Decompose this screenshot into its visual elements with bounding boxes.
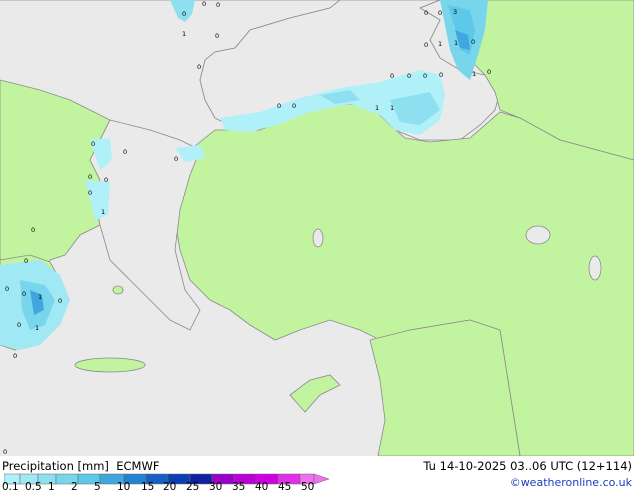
colorbar-tick: 0.1 [2,481,19,493]
colorbar-tick: 45 [278,481,292,493]
map-value: 0 [182,10,186,18]
colorbar-tick: 20 [163,481,177,493]
colorbar-tick: 30 [209,481,223,493]
map-value: 0 [13,352,17,360]
colorbar-tick: 40 [255,481,269,493]
colorbar-tick: 0.5 [25,481,42,493]
lake [525,225,551,245]
map-value: 0 [202,0,206,8]
colorbar-tick: 15 [141,481,155,493]
legend-title: Precipitation [mm] [2,459,109,473]
colorbar-tick: 1 [48,481,55,493]
map-value: 0 [438,9,442,17]
map-value: 0 [390,72,394,80]
map-value: 0 [292,102,296,110]
map-value: 1 [438,40,442,48]
colorbar-tick: 35 [232,481,246,493]
map-value: 0 [22,290,26,298]
map-value: 1 [375,104,379,112]
map-value: 0 [487,68,491,76]
map-value: 0 [58,297,62,305]
valid-time: Tu 14-10-2025 03..06 UTC (12+114) [423,459,632,473]
map-value: 0 [88,189,92,197]
map-value: 0 [91,140,95,148]
colorbar-tick: 25 [186,481,200,493]
map-value: 0 [17,321,21,329]
colorbar-tick: 5 [94,481,101,493]
colorbar-tick: 10 [117,481,131,493]
map-value: 1 [454,39,458,47]
map-value: 1 [390,104,394,112]
map-value: 0 [5,285,9,293]
model-name: ECMWF [116,459,160,473]
map-value: 0 [24,257,28,265]
map-value: 0 [3,448,7,456]
map-value: 0 [174,155,178,163]
map-value: 1 [35,324,39,332]
island [112,285,124,295]
map-value: 0 [31,226,35,234]
map-value: 0 [104,176,108,184]
map-value: 0 [123,148,127,156]
lake [588,255,602,281]
map-value: 0 [407,72,411,80]
map-value: 0 [277,102,281,110]
map-value: 0 [197,63,201,71]
credit-link[interactable]: ©weatheronline.co.uk [510,476,632,489]
map-value: 0 [471,38,475,46]
map-value: 0 [439,71,443,79]
precipitation-map: 0 0 0 0 1 0 0 0 3 0 1 1 0 0 1 0 0 0 0 0 … [0,0,634,457]
crete-island [74,357,146,373]
map-value: 1 [38,293,42,301]
colorbar-tick: 50 [301,481,315,493]
map-value: 3 [453,8,457,16]
colorbar-arrow [313,473,330,485]
map-value: 0 [423,72,427,80]
colorbar-tick: 2 [71,481,78,493]
map-value: 0 [424,9,428,17]
map-value: 0 [215,32,219,40]
map-value: 0 [216,1,220,9]
map-value: 0 [424,41,428,49]
map-value: 1 [472,70,476,78]
map-value: 0 [88,173,92,181]
map-value: 1 [182,30,186,38]
map-value: 1 [101,208,105,216]
legend-footer: Precipitation [mm] ECMWF Tu 14-10-2025 0… [0,456,634,493]
levant-land [369,319,521,457]
lake [312,228,324,248]
